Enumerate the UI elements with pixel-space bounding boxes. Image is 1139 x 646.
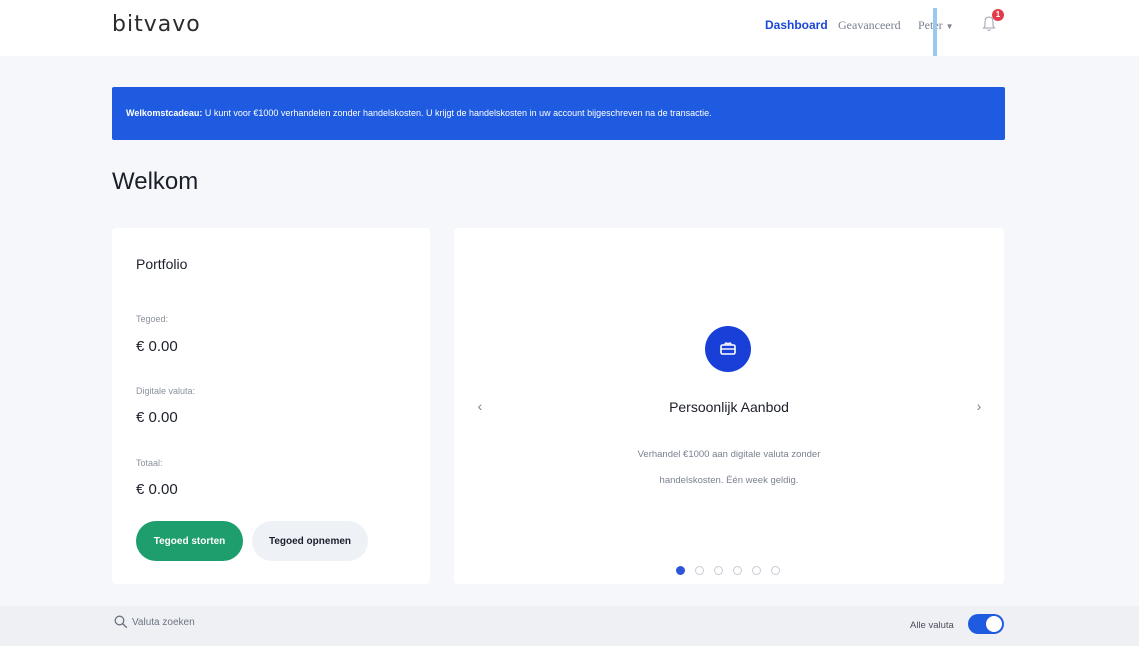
gift-card-icon: [705, 326, 751, 372]
digital-currency-label: Digitale valuta:: [136, 386, 196, 396]
all-currencies-label: Alle valuta: [910, 620, 954, 631]
all-currencies-toggle[interactable]: [968, 614, 1004, 634]
nav-advanced[interactable]: Geavanceerd: [838, 18, 901, 33]
search-icon: [114, 615, 128, 629]
bitvavo-logo[interactable]: bitvavo: [112, 12, 201, 37]
carousel-dot[interactable]: [714, 566, 723, 575]
total-label: Totaal:: [136, 458, 163, 468]
welcome-banner: Welkomstcadeau: U kunt voor €1000 verhan…: [112, 87, 1005, 140]
offer-description-line: handelskosten. Één week geldig.: [659, 475, 799, 486]
text-cursor-indicator: [933, 8, 937, 56]
deposit-button[interactable]: Tegoed storten: [136, 521, 243, 561]
offer-title: Persoonlijk Aanbod: [669, 399, 789, 415]
offer-description-line: Verhandel €1000 aan digitale valuta zond…: [637, 449, 821, 460]
bottom-toolbar: Alle valuta: [0, 606, 1139, 646]
nav-dashboard[interactable]: Dashboard: [765, 18, 828, 32]
carousel-dot[interactable]: [733, 566, 742, 575]
carousel-next-arrow[interactable]: ›: [969, 398, 989, 414]
withdraw-button[interactable]: Tegoed opnemen: [252, 521, 368, 561]
page-title: Welkom: [112, 168, 199, 195]
carousel-dot[interactable]: [771, 566, 780, 575]
offer-description: Verhandel €1000 aan digitale valuta zond…: [604, 442, 854, 494]
currency-search-input[interactable]: [132, 614, 312, 630]
toggle-knob: [986, 616, 1002, 632]
carousel-dot[interactable]: [676, 566, 685, 575]
notification-badge: 1: [992, 9, 1004, 21]
carousel-dot[interactable]: [695, 566, 704, 575]
carousel-dot[interactable]: [752, 566, 761, 575]
portfolio-card: Portfolio Tegoed: € 0.00 Digitale valuta…: [112, 228, 430, 584]
banner-bold-label: Welkomstcadeau:: [126, 108, 203, 118]
banner-text: U kunt voor €1000 verhandelen zonder han…: [202, 108, 712, 118]
top-header: bitvavo Dashboard Geavanceerd Peter ▼ 1: [0, 0, 1139, 56]
offer-carousel: ‹ Persoonlijk Aanbod Verhandel €1000 aan…: [454, 228, 1004, 584]
user-name: Peter: [918, 18, 943, 32]
chevron-down-icon: ▼: [945, 22, 954, 31]
digital-currency-value: € 0.00: [136, 409, 178, 426]
balance-label: Tegoed:: [136, 314, 169, 324]
total-value: € 0.00: [136, 481, 178, 498]
portfolio-title: Portfolio: [136, 256, 188, 272]
carousel-pagination: [676, 566, 786, 576]
balance-value: € 0.00: [136, 338, 178, 355]
